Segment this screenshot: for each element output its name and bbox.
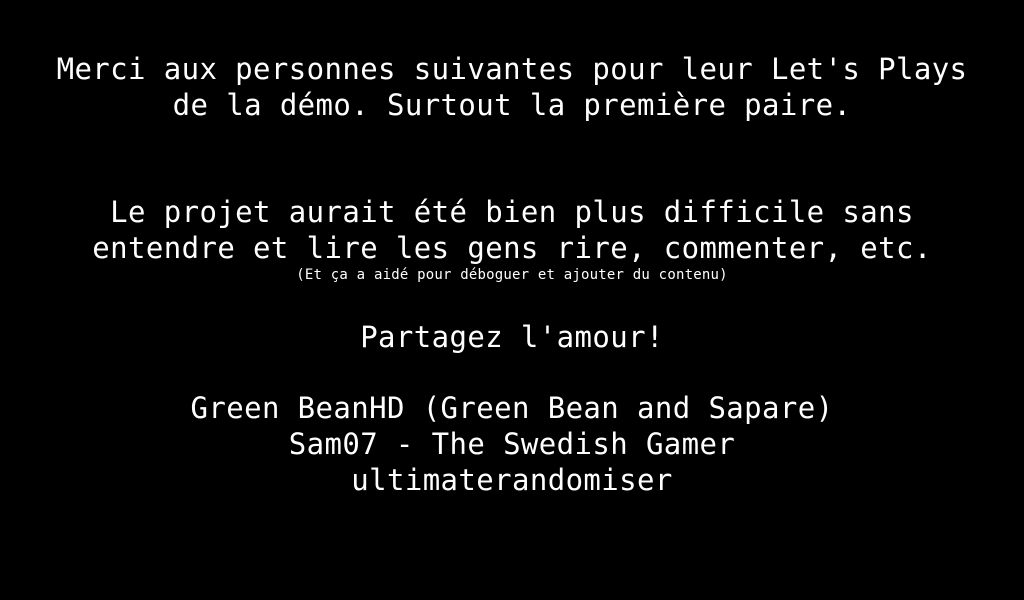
thanks-line-1: Merci aux personnes suivantes pour leur … [56, 52, 968, 86]
project-line-1: Le projet aurait été bien plus difficile… [110, 195, 914, 229]
thanks-line-2: de la démo. Surtout la première paire. [172, 88, 852, 122]
project-line-2: entendre et lire les gens rire, commente… [92, 231, 932, 265]
credits-screen: Merci aux personnes suivantes pour leur … [0, 0, 1024, 600]
credit-name-1: Green BeanHD (Green Bean and Sapare) [190, 391, 834, 425]
debug-note: (Et ça a aidé pour déboguer et ajouter d… [296, 267, 728, 283]
credit-name-3: ultimaterandomiser [351, 463, 673, 497]
share-line: Partagez l'amour! [360, 320, 664, 354]
credit-name-2: Sam07 - The Swedish Gamer [288, 427, 736, 461]
